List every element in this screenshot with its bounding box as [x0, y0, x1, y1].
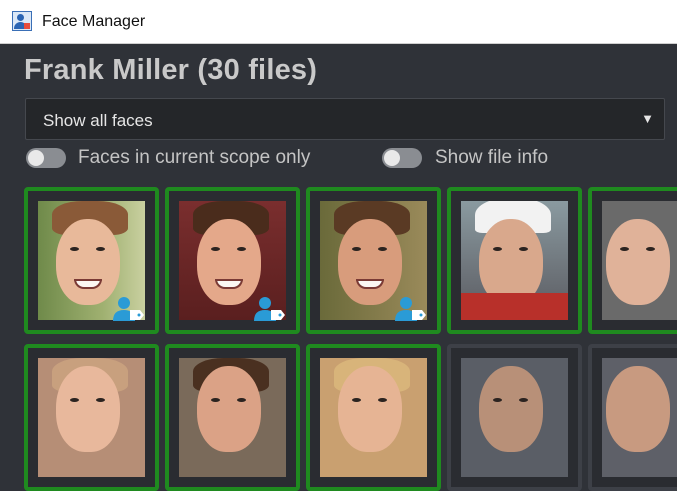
face-thumbnail[interactable] — [306, 187, 441, 334]
scope-only-label: Faces in current scope only — [78, 147, 311, 168]
window-title: Face Manager — [42, 13, 146, 30]
face-photo — [461, 358, 568, 477]
face-tag-icon[interactable] — [395, 296, 427, 322]
face-filter-dropdown[interactable]: Show all faces ▼ — [25, 98, 665, 140]
file-info-toggle-row: Show file info — [382, 145, 582, 171]
face-photo — [602, 201, 677, 320]
face-thumbnail[interactable] — [306, 344, 441, 491]
face-filter-value: Show all faces — [43, 111, 153, 130]
face-thumbnail[interactable] — [447, 187, 582, 334]
face-photo — [179, 358, 286, 477]
show-file-info-label: Show file info — [435, 147, 549, 168]
face-tag-icon[interactable] — [254, 296, 286, 322]
chevron-down-icon: ▼ — [641, 111, 654, 126]
face-tag-icon[interactable] — [113, 296, 145, 322]
face-photo — [38, 358, 145, 477]
face-thumbnail[interactable] — [447, 344, 582, 491]
face-photo — [602, 358, 677, 477]
person-heading: Frank Miller (30 files) — [24, 54, 318, 86]
face-thumbnail[interactable] — [588, 344, 677, 491]
face-thumbnail[interactable] — [165, 344, 300, 491]
title-bar: Face Manager — [0, 0, 677, 44]
face-thumbnail[interactable] — [588, 187, 677, 334]
face-photo — [320, 358, 427, 477]
face-thumbnail[interactable] — [24, 187, 159, 334]
face-manager-app-icon — [12, 11, 32, 31]
scope-only-toggle[interactable] — [26, 148, 66, 168]
face-thumbnail[interactable] — [165, 187, 300, 334]
scope-toggle-row: Faces in current scope only — [26, 145, 366, 171]
face-manager-panel: Frank Miller (30 files) Show all faces ▼… — [0, 44, 677, 491]
show-file-info-toggle[interactable] — [382, 148, 422, 168]
face-thumbnail[interactable] — [24, 344, 159, 491]
face-photo — [461, 201, 568, 320]
